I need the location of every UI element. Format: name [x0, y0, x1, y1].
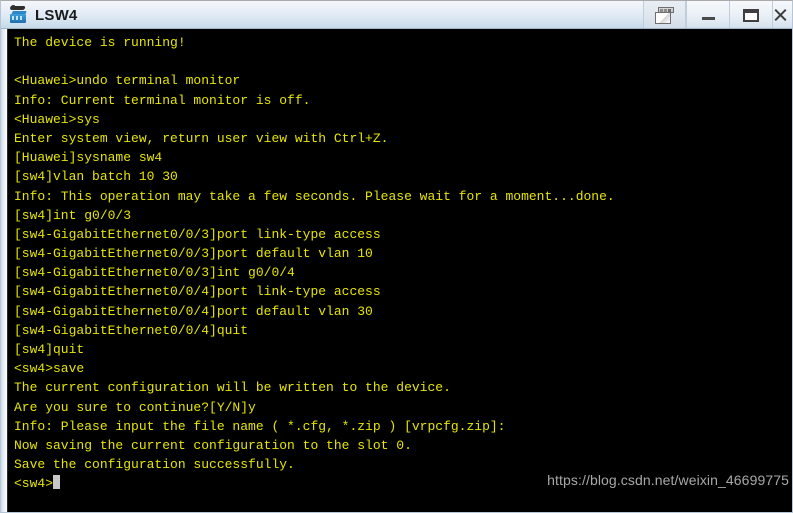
close-button[interactable]	[772, 1, 792, 29]
terminal-line: [Huawei]sysname sw4	[14, 150, 163, 166]
terminal-line: Info: Current terminal monitor is off.	[14, 92, 311, 108]
titlebar-drag-area[interactable]	[77, 1, 643, 29]
switch-device-icon	[9, 5, 29, 25]
csdn-watermark: https://blog.csdn.net/weixin_46699775	[547, 472, 789, 488]
window-controls	[643, 1, 792, 29]
terminal-line: Are you sure to continue?[Y/N]y	[14, 399, 256, 415]
terminal-line: [sw4-GigabitEthernet0/0/4]port default v…	[14, 303, 373, 319]
terminal-line: <sw4>save	[14, 361, 85, 377]
terminal-line: The current configuration will be writte…	[14, 380, 451, 396]
minimize-icon	[701, 17, 715, 20]
titlebar-left-group: LSW4	[1, 1, 77, 29]
terminal-line: [sw4]vlan batch 10 30	[14, 169, 178, 185]
restore-button[interactable]	[643, 1, 686, 29]
terminal-cursor	[53, 475, 61, 490]
terminal-line: The device is running!	[14, 35, 186, 50]
terminal-line: Info: Please input the file name ( *.cfg…	[14, 418, 506, 434]
terminal-left-gutter	[1, 29, 8, 512]
terminal-console-output[interactable]: The device is running! <Huawei>undo term…	[8, 29, 792, 512]
terminal-line: [sw4-GigabitEthernet0/0/4]port link-type…	[14, 284, 381, 300]
terminal-window: LSW4 The device is running! <Huawei>undo…	[0, 0, 793, 513]
restore-icon	[655, 6, 674, 24]
terminal-line: Info: This operation may take a few seco…	[14, 188, 615, 204]
terminal-line: [sw4-GigabitEthernet0/0/3]port default v…	[14, 246, 373, 262]
terminal-line: <Huawei>sys	[14, 111, 100, 127]
maximize-icon	[743, 8, 759, 22]
terminal-line: [sw4-GigabitEthernet0/0/3]int g0/0/4	[14, 265, 295, 281]
terminal-line: [sw4]quit	[14, 342, 85, 357]
minimize-button[interactable]	[686, 1, 729, 29]
window-title: LSW4	[35, 6, 78, 24]
terminal-line: Enter system view, return user view with…	[14, 130, 389, 146]
terminal-prompt-text: <sw4>	[14, 476, 54, 492]
terminal-line: <Huawei>undo terminal monitor	[14, 73, 241, 89]
close-icon	[773, 8, 787, 22]
terminal-line: [sw4-GigabitEthernet0/0/3]port link-type…	[14, 226, 381, 242]
terminal-line: Now saving the current configuration to …	[14, 437, 412, 453]
terminal-line: [sw4]int g0/0/3	[14, 207, 132, 223]
terminal-line: [sw4-GigabitEthernet0/0/4]quit	[14, 322, 249, 338]
terminal-area: The device is running! <Huawei>undo term…	[0, 29, 793, 513]
maximize-button[interactable]	[729, 1, 772, 29]
window-titlebar[interactable]: LSW4	[0, 0, 793, 29]
